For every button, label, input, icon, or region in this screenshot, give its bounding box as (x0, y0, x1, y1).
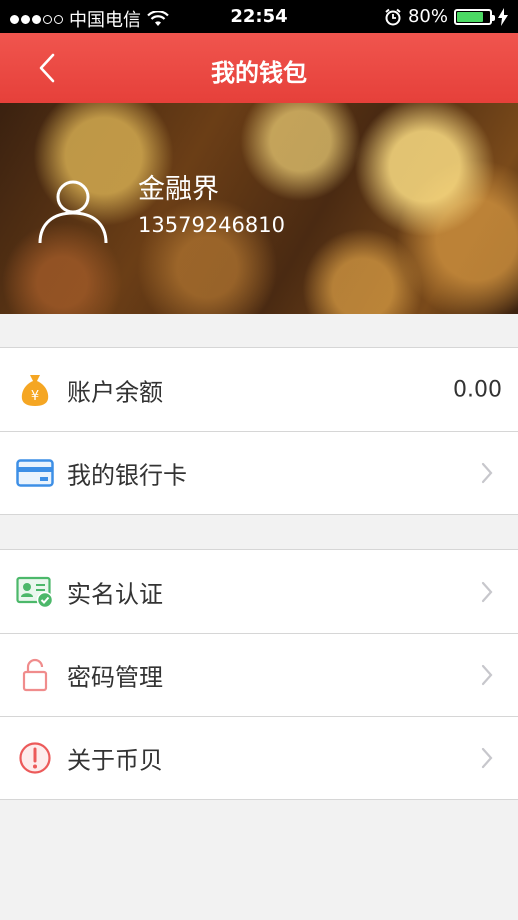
real-name-verification-row[interactable]: 实名认证 (0, 550, 518, 633)
info-alert-icon (16, 739, 54, 777)
lock-icon (16, 656, 54, 694)
chevron-right-icon (481, 581, 493, 602)
account-balance-row[interactable]: ¥ 账户余额 0.00 (0, 348, 518, 431)
status-bar: 中国电信 22:54 80% (0, 0, 518, 33)
profile-banner: 金融界 13579246810 (0, 103, 518, 314)
battery-percent: 80% (407, 6, 448, 27)
navigation-bar: 我的钱包 (0, 33, 518, 103)
alarm-icon (385, 8, 401, 25)
id-card-verified-icon (16, 573, 54, 611)
chevron-left-icon (39, 53, 55, 83)
chevron-right-icon (481, 664, 493, 686)
charging-bolt-icon (498, 7, 508, 26)
row-label: 关于币贝 (67, 746, 163, 775)
page-title: 我的钱包 (211, 59, 307, 87)
balance-value: 0.00 (453, 377, 502, 402)
row-label: 我的银行卡 (67, 461, 187, 490)
battery-level-fill (457, 11, 483, 22)
bank-card-row[interactable]: 我的银行卡 (0, 431, 518, 514)
wallet-group: ¥ 账户余额 0.00 我的银行卡 (0, 347, 518, 515)
chevron-right-icon (481, 747, 493, 769)
bank-card-icon (16, 454, 54, 492)
row-label: 密码管理 (67, 663, 163, 692)
row-label: 实名认证 (67, 580, 163, 608)
password-management-row[interactable]: 密码管理 (0, 633, 518, 716)
status-right: 80% (384, 6, 508, 27)
back-button[interactable] (30, 51, 64, 85)
svg-text:¥: ¥ (31, 389, 39, 404)
user-name: 金融界 (138, 174, 219, 205)
battery-icon (454, 8, 495, 25)
money-bag-icon: ¥ (16, 371, 54, 409)
user-phone: 13579246810 (138, 213, 285, 237)
about-row[interactable]: 关于币贝 (0, 716, 518, 799)
chevron-right-icon (481, 462, 493, 484)
row-label: 账户余额 (67, 378, 163, 406)
settings-group: 实名认证 密码管理 关于币贝 (0, 549, 518, 800)
user-avatar-icon[interactable] (36, 173, 110, 247)
